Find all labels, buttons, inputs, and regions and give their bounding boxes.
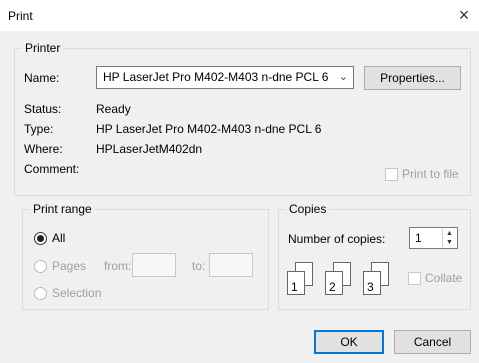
page-number: 3 <box>367 280 374 294</box>
chevron-down-icon: ⌄ <box>338 71 348 83</box>
cancel-button[interactable]: Cancel <box>394 330 471 354</box>
ok-button[interactable]: OK <box>314 330 384 354</box>
page-front-2: 2 <box>325 271 343 295</box>
radio-pages[interactable] <box>34 260 47 273</box>
collate-pages-icon: 2 2 <box>323 262 353 296</box>
spin-up-icon[interactable]: ▲ <box>443 229 456 238</box>
copies-spinner[interactable]: 1 ▲ ▼ <box>409 227 458 249</box>
page-front-3: 3 <box>363 271 381 295</box>
from-label: from: <box>104 259 132 273</box>
spin-down-icon[interactable]: ▼ <box>443 238 456 247</box>
properties-button[interactable]: Properties... <box>364 66 461 90</box>
printer-where-value: HPLaserJetM402dn <box>96 142 203 156</box>
collate-pages-icon: 3 3 <box>361 262 391 296</box>
printer-comment-label: Comment: <box>24 162 80 176</box>
copies-group-label: Copies <box>286 202 330 216</box>
printer-status-value: Ready <box>96 102 131 116</box>
radio-selection[interactable] <box>34 287 47 300</box>
page-number: 1 <box>291 280 298 294</box>
radio-pages-label: Pages <box>52 259 87 273</box>
printer-name-value: HP LaserJet Pro M402-M403 n-dne PCL 6 <box>103 70 329 84</box>
close-icon[interactable]: × <box>449 0 479 31</box>
to-input[interactable] <box>209 253 253 277</box>
collate-label: Collate <box>425 271 463 285</box>
printer-group-label: Printer <box>22 41 64 55</box>
printer-name-label: Name: <box>24 71 60 85</box>
printer-status-label: Status: <box>24 102 62 116</box>
spinner-buttons: ▲ ▼ <box>442 229 456 247</box>
print-to-file-checkbox[interactable] <box>385 168 398 181</box>
printer-type-label: Type: <box>24 122 54 136</box>
printer-where-label: Where: <box>24 142 63 156</box>
print-range-group-label: Print range <box>30 202 95 216</box>
radio-all-label: All <box>52 231 66 245</box>
page-number: 2 <box>329 280 336 294</box>
to-label: to: <box>192 259 206 273</box>
print-to-file-label: Print to file <box>402 167 459 181</box>
copies-spinner-value: 1 <box>415 231 422 245</box>
printer-name-select[interactable]: HP LaserJet Pro M402-M403 n-dne PCL 6 ⌄ <box>96 66 354 89</box>
radio-selection-label: Selection <box>52 286 102 300</box>
number-of-copies-label: Number of copies: <box>288 232 386 246</box>
radio-all[interactable] <box>34 232 47 245</box>
page-front-1: 1 <box>287 271 305 295</box>
title-bar: Print × <box>0 0 479 31</box>
printer-type-value: HP LaserJet Pro M402-M403 n-dne PCL 6 <box>96 122 322 136</box>
collate-checkbox[interactable] <box>408 272 421 285</box>
radio-all-dot <box>37 235 44 242</box>
from-input[interactable] <box>132 253 176 277</box>
collate-pages-icon: 1 1 <box>285 262 315 296</box>
window-title: Print <box>8 9 33 23</box>
